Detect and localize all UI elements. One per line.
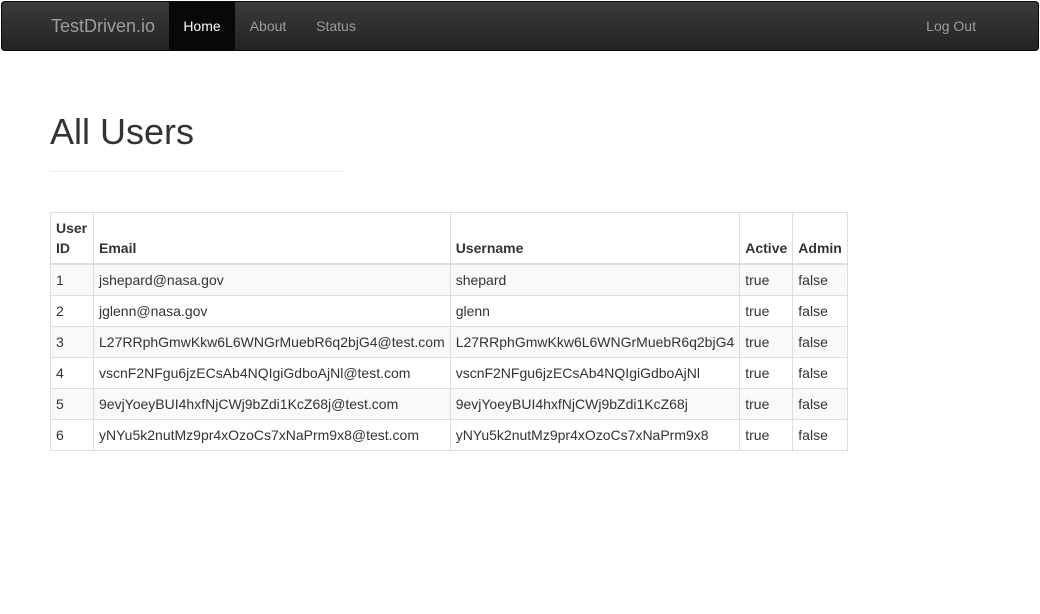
header-email: Email <box>93 212 451 265</box>
cell-email: jshepard@nasa.gov <box>93 263 451 296</box>
nav-status-link[interactable]: Status <box>301 1 371 51</box>
page-title: All Users <box>50 111 195 152</box>
cell-user-id: 2 <box>50 295 94 327</box>
cell-user-id: 4 <box>50 357 94 389</box>
cell-email: 9evjYoeyBUI4hxfNjCWj9bZdi1KcZ68j@test.co… <box>93 388 451 420</box>
table-row: 4 vscnF2NFgu6jzECsAb4NQIgiGdboAjNl@test.… <box>50 357 849 389</box>
header-active: Active <box>739 212 794 265</box>
table-row: 5 9evjYoeyBUI4hxfNjCWj9bZdi1KcZ68j@test.… <box>50 388 849 420</box>
header-row: User ID Email Username Active Admin <box>50 212 849 265</box>
cell-email: vscnF2NFgu6jzECsAb4NQIgiGdboAjNl@test.co… <box>93 357 451 389</box>
cell-username: glenn <box>449 295 741 327</box>
cell-active: true <box>739 263 794 296</box>
header-admin: Admin <box>792 212 849 265</box>
top-navbar: TestDriven.io Home About Status Log Out <box>1 1 1039 51</box>
cell-active: true <box>739 295 794 327</box>
nav-about-link[interactable]: About <box>235 1 301 51</box>
cell-user-id: 5 <box>50 388 94 420</box>
logout-link[interactable]: Log Out <box>926 1 976 51</box>
cell-email: L27RRphGmwKkw6L6WNGrMuebR6q2bjG4@test.co… <box>93 326 451 358</box>
cell-admin: false <box>792 357 849 389</box>
cell-user-id: 3 <box>50 326 94 358</box>
cell-admin: false <box>792 388 849 420</box>
table-row: 2 jglenn@nasa.gov glenn true false <box>50 295 849 327</box>
users-table-header: User ID Email Username Active Admin <box>50 212 849 265</box>
cell-admin: false <box>792 263 849 296</box>
cell-user-id: 6 <box>50 419 94 451</box>
table-row: 3 L27RRphGmwKkw6L6WNGrMuebR6q2bjG4@test.… <box>50 326 849 358</box>
header-username: Username <box>449 212 741 265</box>
cell-active: true <box>739 357 794 389</box>
cell-username: shepard <box>449 263 741 296</box>
cell-username: yNYu5k2nutMz9pr4xOzoCs7xNaPrm9x8 <box>449 419 741 451</box>
cell-active: true <box>739 326 794 358</box>
title-divider <box>50 171 344 172</box>
nav-home-link[interactable]: Home <box>169 1 235 51</box>
table-row: 1 jshepard@nasa.gov shepard true false <box>50 263 849 296</box>
cell-active: true <box>739 419 794 451</box>
cell-user-id: 1 <box>50 263 94 296</box>
cell-username: 9evjYoeyBUI4hxfNjCWj9bZdi1KcZ68j <box>449 388 741 420</box>
brand-link[interactable]: TestDriven.io <box>51 1 155 51</box>
users-table-body: 1 jshepard@nasa.gov shepard true false 2… <box>50 263 849 451</box>
cell-email: yNYu5k2nutMz9pr4xOzoCs7xNaPrm9x8@test.co… <box>93 419 451 451</box>
cell-admin: false <box>792 326 849 358</box>
cell-username: vscnF2NFgu6jzECsAb4NQIgiGdboAjNl <box>449 357 741 389</box>
cell-email: jglenn@nasa.gov <box>93 295 451 327</box>
cell-active: true <box>739 388 794 420</box>
cell-admin: false <box>792 295 849 327</box>
cell-admin: false <box>792 419 849 451</box>
table-row: 6 yNYu5k2nutMz9pr4xOzoCs7xNaPrm9x8@test.… <box>50 419 849 451</box>
header-user-id: User ID <box>50 212 94 265</box>
cell-username: L27RRphGmwKkw6L6WNGrMuebR6q2bjG4 <box>449 326 741 358</box>
users-table: User ID Email Username Active Admin 1 js… <box>50 212 849 451</box>
